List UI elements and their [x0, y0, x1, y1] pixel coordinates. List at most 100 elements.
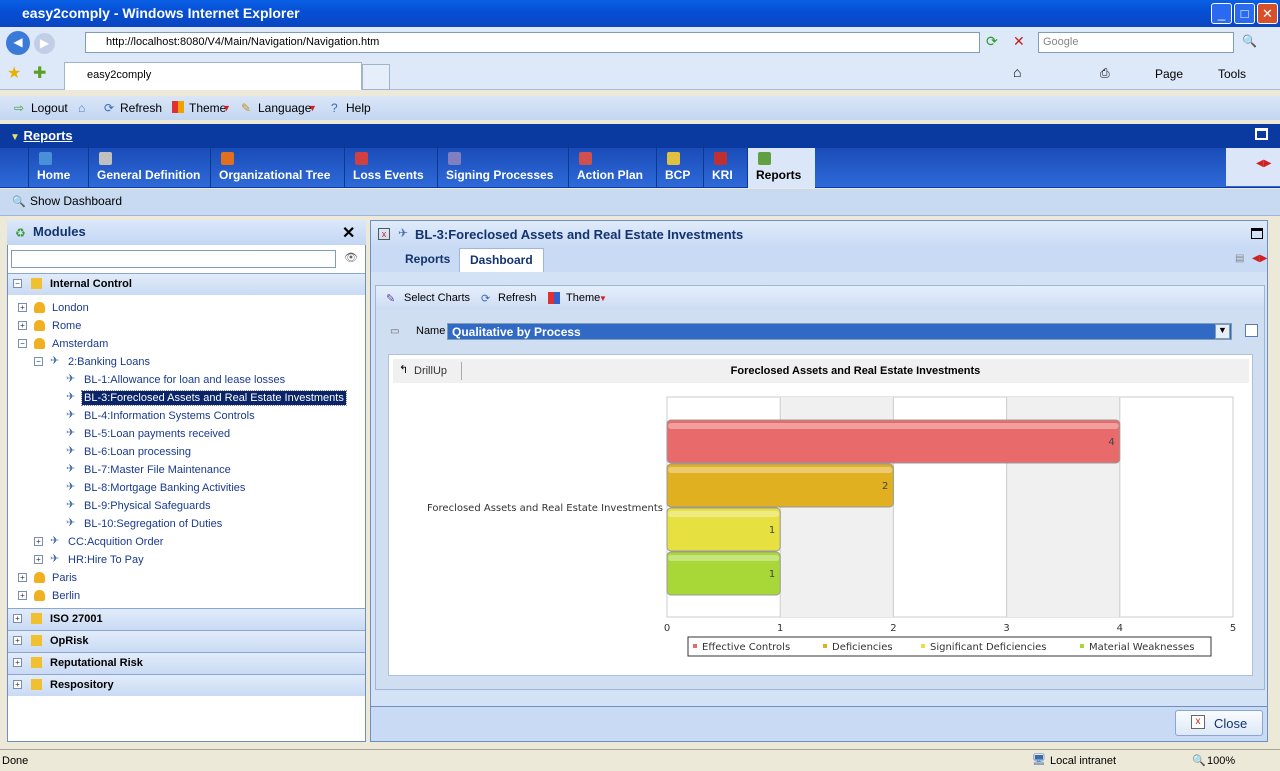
tree-item[interactable]: London — [50, 301, 91, 315]
nav-tab-home[interactable]: Home — [28, 148, 88, 188]
logout-button[interactable]: Logout — [31, 101, 68, 115]
tree-item[interactable]: BL-8:Mortgage Banking Activities — [82, 481, 247, 495]
tree-item[interactable]: Paris — [50, 571, 79, 585]
browser-tab[interactable]: easy2comply — [64, 62, 362, 90]
data-label: 1 — [769, 569, 775, 580]
theme-menu[interactable]: Theme — [566, 292, 600, 304]
tree-item[interactable]: Berlin — [50, 589, 82, 603]
tree-item[interactable]: CC:Acquition Order — [66, 535, 165, 549]
chevron-down-icon[interactable]: ▼ — [1215, 324, 1230, 339]
legend-label: Significant Deficiencies — [930, 642, 1047, 653]
tree-item[interactable]: BL-5:Loan payments received — [82, 427, 232, 441]
tree-item[interactable]: Amsterdam — [50, 337, 110, 351]
tree-item[interactable]: BL-9:Physical Safeguards — [82, 499, 213, 513]
search-toggle-icon[interactable]: 👁 — [344, 251, 358, 264]
close-button[interactable]: Close — [1175, 710, 1263, 736]
page-menu[interactable]: Page — [1155, 67, 1183, 81]
tree-item[interactable]: BL-10:Segregation of Duties — [82, 517, 224, 531]
zoom-level[interactable]: 100% — [1207, 755, 1235, 767]
help-button[interactable]: Help — [346, 101, 371, 115]
nav-tab-organizational-tree[interactable]: Organizational Tree — [210, 148, 344, 188]
expand-toggle[interactable]: − — [34, 357, 43, 366]
home-icon[interactable]: ⌂ — [78, 101, 85, 115]
expand-toggle[interactable]: + — [18, 591, 27, 600]
nav-tab-action-plan[interactable]: Action Plan — [568, 148, 656, 188]
tree-item[interactable]: BL-3:Foreclosed Assets and Real Estate I… — [81, 390, 347, 406]
expand-toggle[interactable]: + — [13, 680, 22, 689]
close-icon[interactable]: ✕ — [342, 223, 355, 243]
doc-icon[interactable]: ▤ — [1235, 253, 1244, 264]
maximize-icon[interactable] — [1255, 128, 1268, 140]
tab-reports[interactable]: Reports — [395, 248, 460, 272]
section-internal-control[interactable]: Internal Control — [8, 273, 365, 295]
section-reputational-risk[interactable]: Reputational Risk — [8, 652, 365, 674]
panel-toggle-icon[interactable] — [1245, 324, 1258, 337]
modules-search-input[interactable] — [11, 250, 336, 268]
language-menu[interactable]: Language — [258, 101, 311, 115]
expand-toggle[interactable]: + — [18, 303, 27, 312]
tree-item[interactable]: HR:Hire To Pay — [66, 553, 146, 567]
forward-button[interactable]: ▶ — [34, 33, 55, 54]
close-window-button[interactable]: ✕ — [1257, 3, 1278, 24]
print-icon[interactable]: ⎙ — [1100, 66, 1110, 81]
nav-tab-reports[interactable]: Reports — [747, 148, 815, 188]
maximize-button[interactable]: □ — [1234, 3, 1255, 24]
nav-scroll[interactable]: ◀▶ — [1226, 148, 1280, 186]
new-tab-button[interactable] — [362, 64, 390, 90]
name-select[interactable]: Qualitative by Process — [447, 323, 1232, 340]
show-dashboard-button[interactable]: Show Dashboard — [30, 194, 122, 208]
tree-item[interactable]: BL-1:Allowance for loan and lease losses — [82, 373, 287, 387]
tree-item[interactable]: 2:Banking Loans — [66, 355, 152, 369]
process-icon: ✈ — [66, 481, 76, 493]
tree-item[interactable]: BL-4:Information Systems Controls — [82, 409, 257, 423]
reports-header-link[interactable]: Reports — [24, 128, 73, 143]
nav-tab-general-definition[interactable]: General Definition — [88, 148, 210, 188]
refresh-button[interactable]: Refresh — [498, 292, 537, 304]
tree-item[interactable]: BL-6:Loan processing — [82, 445, 193, 459]
search-icon[interactable]: 🔍 — [1242, 34, 1257, 48]
maximize-icon[interactable] — [1251, 228, 1263, 239]
nav-label: KRI — [712, 168, 733, 182]
expand-toggle[interactable]: + — [18, 573, 27, 582]
section-label: Internal Control — [50, 278, 132, 290]
tab-dashboard[interactable]: Dashboard — [459, 248, 544, 272]
collapse-arrow-icon[interactable]: ▼ — [10, 132, 20, 143]
select-charts-button[interactable]: Select Charts — [404, 292, 470, 304]
expand-toggle[interactable]: + — [34, 537, 43, 546]
minimize-button[interactable]: _ — [1211, 3, 1232, 24]
refresh-page-icon[interactable]: ⟳ — [986, 33, 998, 50]
arrows-icon[interactable]: ◀▶ — [1252, 253, 1267, 264]
refresh-button[interactable]: Refresh — [120, 101, 162, 115]
expand-toggle[interactable]: − — [13, 279, 22, 288]
zoom-icon: 🔍 — [1192, 755, 1206, 767]
theme-menu[interactable]: Theme — [189, 101, 226, 115]
nav-icon — [99, 152, 112, 165]
refresh-icon: ⟳ — [104, 101, 115, 115]
section-iso-27001[interactable]: ISO 27001 — [8, 608, 365, 630]
nav-icon — [355, 152, 368, 165]
expand-toggle[interactable]: + — [18, 321, 27, 330]
nav-tab-bcp[interactable]: BCP — [656, 148, 703, 188]
expand-toggle[interactable]: + — [13, 658, 22, 667]
stop-icon[interactable]: ✕ — [1013, 33, 1025, 50]
nav-tab-kri[interactable]: KRI — [703, 148, 747, 188]
tools-menu[interactable]: Tools — [1218, 67, 1246, 81]
expand-toggle[interactable]: + — [13, 614, 22, 623]
detail-header: BL-3:Foreclosed Assets and Real Estate I… — [371, 221, 1267, 248]
section-oprisk[interactable]: OpRisk — [8, 630, 365, 652]
home-icon[interactable]: ⌂ — [1013, 64, 1021, 80]
legend-label: Material Weaknesses — [1089, 642, 1194, 653]
favorites-star-icon[interactable]: ★ — [7, 63, 21, 83]
expand-toggle[interactable]: + — [34, 555, 43, 564]
back-button[interactable]: ◀ — [6, 31, 30, 55]
tree-item[interactable]: BL-7:Master File Maintenance — [82, 463, 233, 477]
tree-item[interactable]: Rome — [50, 319, 83, 333]
nav-tab-loss-events[interactable]: Loss Events — [344, 148, 437, 188]
search-input[interactable]: Google — [1038, 32, 1234, 53]
address-bar[interactable]: http://localhost:8080/V4/Main/Navigation… — [85, 32, 980, 53]
add-favorite-icon[interactable]: ✚ — [33, 63, 46, 83]
expand-toggle[interactable]: + — [13, 636, 22, 645]
expand-toggle[interactable]: − — [18, 339, 27, 348]
nav-tab-signing-processes[interactable]: Signing Processes — [437, 148, 568, 188]
section-respository[interactable]: Respository — [8, 674, 365, 696]
